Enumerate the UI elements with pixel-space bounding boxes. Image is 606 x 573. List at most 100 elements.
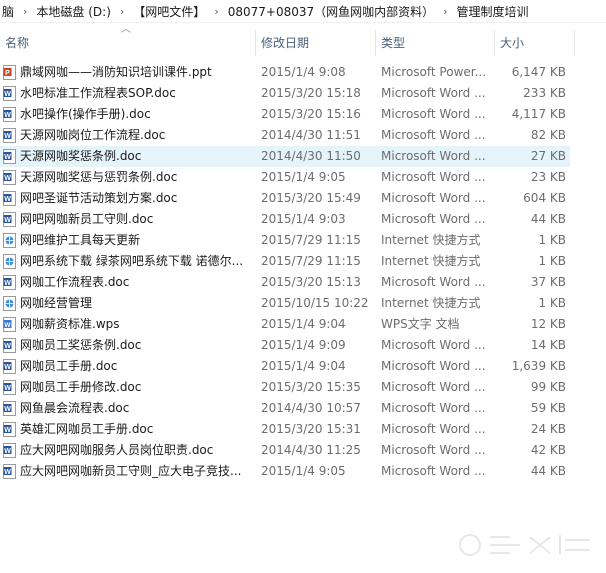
file-row[interactable]: 网咖经营管理 2015/10/15 10:22 Internet 快捷方式 1 KB — [0, 293, 570, 314]
file-size: 42 KB — [530, 443, 566, 457]
word-file-icon: W — [3, 170, 16, 185]
file-row[interactable]: W 天源网咖岗位工作流程.doc 2014/4/30 11:51 Microsoft … — [0, 125, 570, 146]
svg-text:W: W — [4, 406, 11, 413]
file-modified-date: 2014/4/30 11:25 — [261, 443, 361, 457]
file-size: 23 KB — [530, 170, 566, 184]
file-modified-date: 2015/1/4 9:03 — [261, 212, 346, 226]
chevron-right-icon[interactable]: › — [113, 5, 131, 18]
word-file-icon: W — [3, 275, 16, 290]
file-row[interactable]: W 网吧圣诞节活动策划方案.doc 2015/3/20 15:49 Microsoft… — [0, 188, 570, 209]
file-name: 鼎域网咖——消防知识培训课件.ppt — [20, 65, 212, 79]
breadcrumb-item-drive[interactable]: 本地磁盘 (D:) — [34, 3, 112, 20]
file-row[interactable]: W 应大网吧网咖新员工守则_应大电子竞技... 2015/1/4 9:05 Micro… — [0, 461, 570, 482]
file-row[interactable]: 网吧系统下载 绿茶网吧系统下载 诺德尔... 2015/7/29 11:15 Int… — [0, 251, 570, 272]
word-file-icon: W — [3, 464, 16, 479]
file-modified-date: 2014/4/30 10:57 — [261, 401, 361, 415]
file-type: Internet 快捷方式 — [381, 254, 481, 268]
file-row[interactable]: W 水吧操作(操作手册).doc 2015/3/20 15:16 Microsoft … — [0, 104, 570, 125]
file-name: 英雄汇网咖员工手册.doc — [20, 422, 154, 436]
breadcrumb: 脑 › 本地磁盘 (D:) › 【网吧文件】 › 08077+08037（网鱼网… — [0, 0, 606, 23]
file-type: Microsoft Word ... — [381, 338, 486, 352]
file-name: 网咖员工手册修改.doc — [20, 380, 142, 394]
file-row[interactable]: W 天源网咖奖惩与惩罚条例.doc 2015/1/4 9:05 Microsoft W… — [0, 167, 570, 188]
chevron-right-icon[interactable]: › — [207, 5, 225, 18]
file-size: 1,639 KB — [511, 359, 566, 373]
watermark-logo — [459, 534, 590, 556]
chevron-right-icon[interactable]: › — [436, 5, 454, 18]
file-row[interactable]: W 应大网吧网咖服务人员岗位职责.doc 2014/4/30 11:25 Micros… — [0, 440, 570, 461]
file-type: Microsoft Word ... — [381, 128, 486, 142]
internet-shortcut-icon — [3, 254, 16, 269]
file-type: Microsoft Word ... — [381, 212, 486, 226]
svg-text:W: W — [4, 427, 11, 434]
file-size: 4,117 KB — [511, 107, 566, 121]
column-header-date[interactable]: 修改日期 — [256, 30, 376, 56]
file-row[interactable]: 网吧维护工具每天更新 2015/7/29 11:15 Internet 快捷方式 1 … — [0, 230, 570, 251]
file-row[interactable]: W 英雄汇网咖员工手册.doc 2015/3/20 15:31 Microsoft W… — [0, 419, 570, 440]
file-row[interactable]: P 鼎域网咖——消防知识培训课件.ppt 2015/1/4 9:08 Microsof… — [0, 62, 570, 83]
file-size: 604 KB — [523, 191, 566, 205]
chevron-right-icon[interactable]: › — [16, 5, 34, 18]
file-size: 24 KB — [530, 422, 566, 436]
breadcrumb-item-current[interactable]: 管理制度培训 — [455, 3, 531, 20]
svg-text:W: W — [4, 196, 11, 203]
file-modified-date: 2015/3/20 15:16 — [261, 107, 361, 121]
word-file-icon: W — [3, 359, 16, 374]
file-modified-date: 2015/1/4 9:04 — [261, 359, 346, 373]
file-type: Microsoft Power... — [381, 65, 487, 79]
word-file-icon: W — [3, 380, 16, 395]
file-row[interactable]: W 网吧网咖新员工守则.doc 2015/1/4 9:03 Microsoft Wor… — [0, 209, 570, 230]
file-modified-date: 2015/3/20 15:49 — [261, 191, 361, 205]
word-file-icon: W — [3, 212, 16, 227]
file-type: Microsoft Word ... — [381, 86, 486, 100]
file-name: 天源网咖岗位工作流程.doc — [20, 128, 166, 142]
word-file-icon: W — [3, 401, 16, 416]
file-modified-date: 2015/1/4 9:05 — [261, 170, 346, 184]
file-name: 网咖薪资标准.wps — [20, 317, 120, 331]
breadcrumb-item-folder[interactable]: 【网吧文件】 — [131, 3, 207, 20]
file-name: 水吧操作(操作手册).doc — [20, 107, 151, 121]
file-row[interactable]: W 网咖员工手册修改.doc 2015/3/20 15:35 Microsoft Wo… — [0, 377, 570, 398]
file-name: 天源网咖奖惩与惩罚条例.doc — [20, 170, 178, 184]
file-row[interactable]: W 网咖员工手册.doc 2015/1/4 9:04 Microsoft Word .… — [0, 356, 570, 377]
file-type: Microsoft Word ... — [381, 170, 486, 184]
svg-text:W: W — [4, 217, 11, 224]
internet-shortcut-icon — [3, 233, 16, 248]
word-file-icon: W — [3, 128, 16, 143]
file-row[interactable]: W 天源网咖奖惩条例.doc 2014/4/30 11:50 Microsoft Wo… — [0, 146, 570, 167]
breadcrumb-item-subfolder[interactable]: 08077+08037（网鱼网咖内部资料） — [226, 3, 436, 20]
file-row[interactable]: W 网咖员工奖惩条例.doc 2015/1/4 9:09 Microsoft Word… — [0, 335, 570, 356]
column-header-size[interactable]: 大小 — [495, 30, 575, 56]
file-size: 37 KB — [530, 275, 566, 289]
svg-text:W: W — [4, 91, 11, 98]
svg-text:W: W — [4, 469, 11, 476]
svg-text:W: W — [4, 280, 11, 287]
file-size: 14 KB — [530, 338, 566, 352]
breadcrumb-item-computer[interactable]: 脑 — [0, 3, 16, 20]
file-type: Microsoft Word ... — [381, 401, 486, 415]
svg-text:W: W — [4, 448, 11, 455]
file-name: 网吧网咖新员工守则.doc — [20, 212, 154, 226]
file-type: WPS文字 文档 — [381, 317, 460, 331]
file-name: 天源网咖奖惩条例.doc — [20, 149, 142, 163]
column-header-type[interactable]: 类型 — [376, 30, 495, 56]
file-size: 1 KB — [538, 233, 566, 247]
file-type: Microsoft Word ... — [381, 422, 486, 436]
svg-text:W: W — [4, 343, 11, 350]
file-row[interactable]: W 网咖工作流程表.doc 2015/3/20 15:13 Microsoft Wor… — [0, 272, 570, 293]
file-name: 网吧圣诞节活动策划方案.doc — [20, 191, 178, 205]
file-type: Microsoft Word ... — [381, 149, 486, 163]
file-modified-date: 2015/3/20 15:13 — [261, 275, 361, 289]
svg-text:W: W — [4, 112, 11, 119]
file-row[interactable]: W 水吧标准工作流程表SOP.doc 2015/3/20 15:18 Microsof… — [0, 83, 570, 104]
file-type: Internet 快捷方式 — [381, 296, 481, 310]
file-modified-date: 2015/7/29 11:15 — [261, 254, 361, 268]
file-type: Internet 快捷方式 — [381, 233, 481, 247]
file-row[interactable]: W 网鱼晨会流程表.doc 2014/4/30 10:57 Microsoft Wor… — [0, 398, 570, 419]
internet-shortcut-icon — [3, 296, 16, 311]
file-row[interactable]: W 网咖薪资标准.wps 2015/1/4 9:04 WPS文字 文档 12 KB — [0, 314, 570, 335]
file-name: 网鱼晨会流程表.doc — [20, 401, 130, 415]
word-file-icon: W — [3, 422, 16, 437]
file-modified-date: 2015/1/4 9:08 — [261, 65, 346, 79]
column-header-name[interactable]: 名称 — [0, 30, 256, 56]
